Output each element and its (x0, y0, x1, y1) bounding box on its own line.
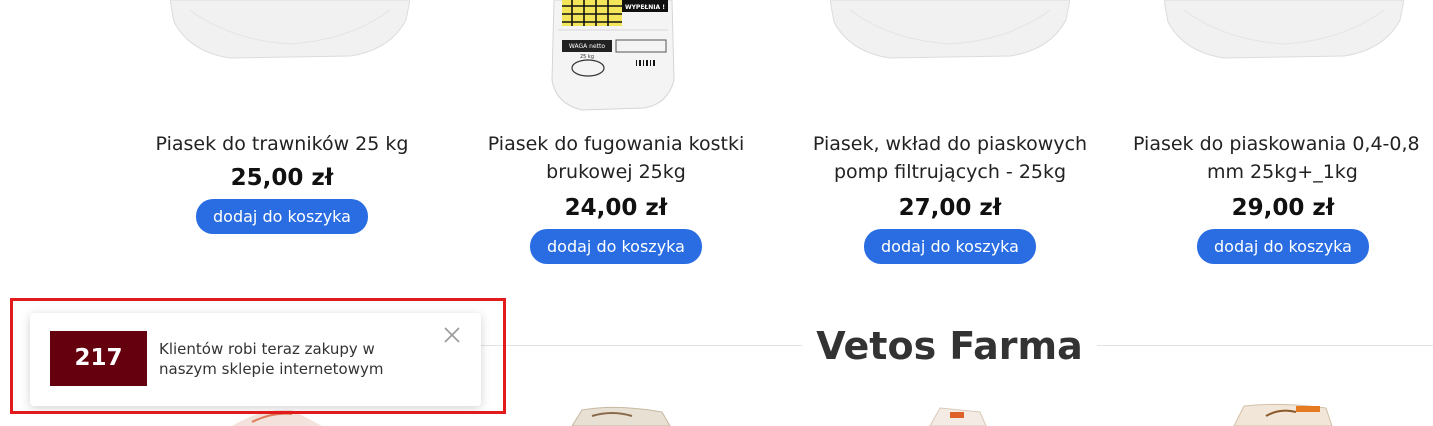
product-image[interactable] (562, 402, 672, 426)
product-name-line: pomp filtrujących - 25kg (833, 161, 1067, 183)
add-to-cart-button[interactable]: dodaj do koszyka (530, 229, 702, 264)
bag-weight-value: 25 kg (580, 54, 594, 60)
add-to-cart-button[interactable]: dodaj do koszyka (196, 199, 368, 234)
product-image[interactable] (830, 0, 1070, 60)
bag-weight-label: WAGA netto (569, 43, 605, 50)
product-name-line: brukowej 25kg (546, 161, 686, 183)
add-to-cart-button[interactable]: dodaj do koszyka (1197, 229, 1369, 264)
highlight-box (10, 298, 506, 414)
product-image[interactable] (1164, 0, 1404, 60)
product-name[interactable]: Piasek do piaskowania 0,4-0,8 mm 25kg+_1… (1133, 130, 1433, 186)
add-to-cart-wrap: dodaj do koszyka (1133, 224, 1433, 264)
product-price: 25,00 zł (230, 165, 334, 191)
product-image[interactable]: WYPEŁNIA ! WAGA netto 25 kg (548, 0, 678, 112)
product-name[interactable]: Piasek do trawników 25 kg (132, 130, 432, 158)
product-card: Piasek, wkład do piaskowych pomp filtruj… (800, 130, 1100, 264)
product-price: 27,00 zł (898, 195, 1002, 221)
product-name-line: Piasek do fugowania kostki (487, 133, 745, 155)
product-name-line: mm 25kg+_1kg (1207, 161, 1358, 183)
product-card: Piasek do piaskowania 0,4-0,8 mm 25kg+_1… (1133, 130, 1433, 264)
section-divider (1097, 345, 1433, 346)
add-to-cart-button[interactable]: dodaj do koszyka (864, 229, 1036, 264)
bag-label-text: WYPEŁNIA ! (625, 4, 665, 11)
product-card: Piasek do trawników 25 kg 25,00 zł dodaj… (132, 130, 432, 234)
product-name-line: Piasek do piaskowania 0,4-0,8 (1133, 133, 1420, 155)
product-image[interactable] (1226, 402, 1336, 426)
product-name[interactable]: Piasek, wkład do piaskowych pomp filtruj… (800, 130, 1100, 186)
product-card: Piasek do fugowania kostki brukowej 25kg… (466, 130, 766, 264)
product-image[interactable] (920, 402, 990, 426)
product-name[interactable]: Piasek do fugowania kostki brukowej 25kg (466, 130, 766, 186)
product-price: 29,00 zł (1231, 195, 1335, 221)
section-divider (480, 345, 802, 346)
product-name-line: Piasek, wkład do piaskowych (812, 133, 1088, 155)
product-price: 24,00 zł (564, 195, 668, 221)
section-title: Vetos Farma (816, 324, 1083, 368)
product-image[interactable] (170, 0, 410, 60)
